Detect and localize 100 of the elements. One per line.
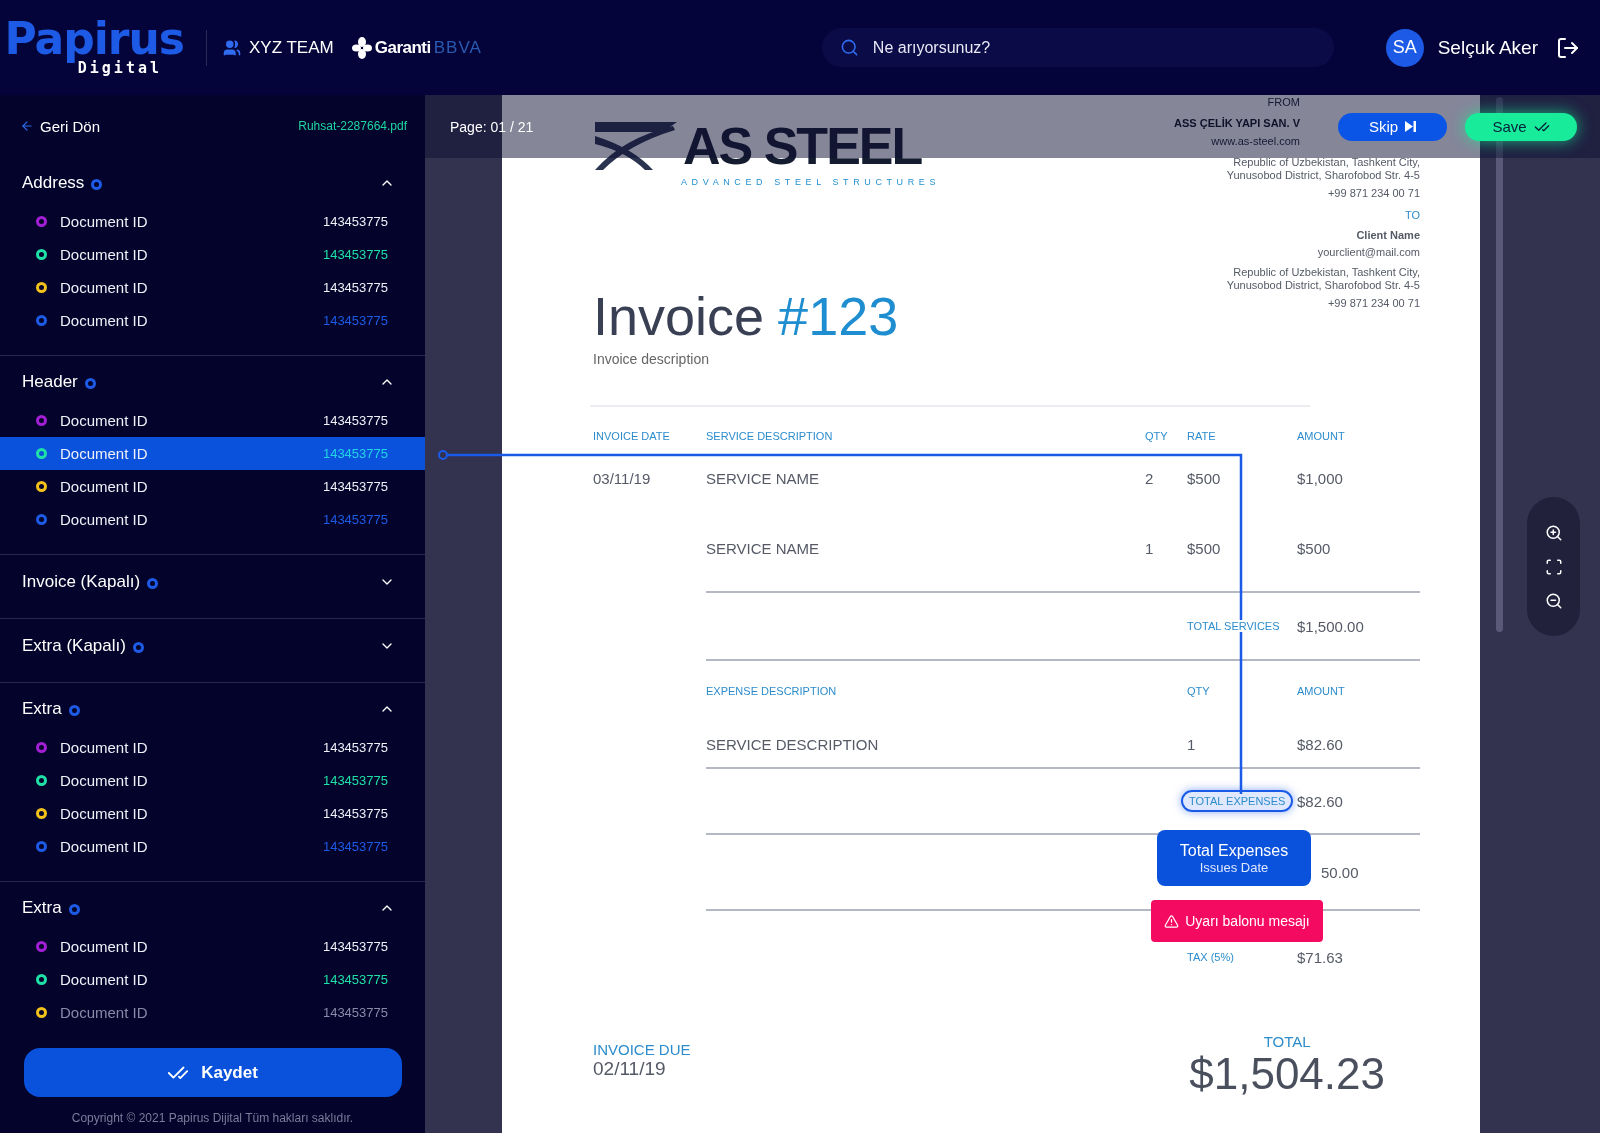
field-value: 143453775 [322,1005,388,1020]
due-label: INVOICE DUE [593,1041,691,1058]
rate-cell-text: $500 [1187,539,1222,557]
search-icon [839,38,859,57]
back-link[interactable]: Geri Dön [20,117,101,135]
field-row[interactable]: Document ID 143453775 [0,503,425,536]
field-row[interactable]: Document ID 143453775 [0,271,425,304]
page-indicator: Page: 01 / 21 [450,118,534,135]
field-value: 143453775 [322,413,388,428]
field-value: 143453775 [322,972,388,987]
qty-cell-text: 1 [1187,735,1197,753]
copyright-text: Copyright © 2021 Papirus Dijital Tüm hakları saklıdır. [71,1111,354,1125]
rate-cell-text: $500 [1187,469,1222,487]
qty-cell-text: 1 [1145,539,1155,557]
field-row[interactable]: Document ID 143453775 [0,963,425,996]
due-date: 02/11/19 [593,1058,667,1080]
status-ring-icon [84,378,96,389]
field-value: 143453775 [322,446,388,461]
field-row[interactable]: Document ID 143453775 [0,930,425,963]
field-value: 143453775 [322,214,388,229]
section-title[interactable]: Extra (Kapalı) [22,635,126,656]
client-email: yourclient@mail.com [1317,246,1420,259]
field-row[interactable]: Document ID 143453775 [0,830,425,863]
field-row[interactable]: Document ID 143453775 [0,404,425,437]
bank-name: Garanti [374,37,431,58]
section-title[interactable]: Header [22,372,78,392]
column-header: AMOUNT [1297,685,1346,697]
from-label: FROM [1267,96,1300,109]
field-label: Document ID [60,478,148,495]
phone-number: +99 871 234 00 71 [1327,187,1420,200]
total-amount: $82.60 [1297,792,1344,810]
amount-cell-text: $1,000 [1297,469,1344,487]
field-label: Document ID [60,445,148,462]
team-icon [223,38,241,57]
description-cell-text: SERVICE NAME [706,539,821,557]
field-label: Document ID [60,246,148,263]
highlighted-field: TOTAL EXPENSES [1181,790,1294,812]
field-label: Document ID [60,412,148,429]
field-row[interactable]: Document ID 143453775 [0,797,425,830]
bank-suffix: BBVA [433,37,482,58]
column-header: EXPENSE DESCRIPTION [706,685,838,697]
field-row[interactable]: Document ID 143453775 [0,764,425,797]
field-label: Document ID [60,971,148,988]
status-ring-icon [147,577,159,589]
tax-amount: $71.63 [1297,947,1344,966]
field-value: 143453775 [322,280,388,295]
section-title[interactable]: Invoice (Kapalı) [22,571,141,592]
section-title[interactable]: Extra [22,699,62,719]
description-cell-text: SERVICE DESCRIPTION [706,735,880,753]
column-header: QTY [1145,430,1169,442]
logout-icon[interactable] [1556,35,1580,60]
team-name: XYZ TEAM [249,37,334,58]
field-label: Document ID [60,739,148,756]
save-button[interactable]: Kaydet [23,1048,402,1097]
user-avatar[interactable]: SA [1385,28,1424,67]
section-title[interactable]: Address [22,173,85,193]
description-cell-text: SERVICE NAME [706,469,821,487]
invoice-description: Invoice description [593,351,710,367]
tooltip-subtitle: Issues Date [1199,859,1269,875]
clover-icon [351,36,372,59]
field-row[interactable]: Document ID 143453775 [0,470,425,503]
column-header: RATE [1187,430,1217,442]
field-value: 143453775 [322,740,388,755]
amount-cell-text: $82.60 [1297,735,1344,753]
field-value: 143453775 [322,479,388,494]
status-ring-icon [68,904,80,915]
zoom-in-icon[interactable] [1544,523,1563,542]
invoice-title: Invoice [593,285,765,347]
field-row[interactable]: Document ID 143453775 [0,205,425,238]
field-row[interactable]: Document ID 143453775 [0,437,425,470]
total-label: TOTAL SERVICES [1187,620,1280,632]
field-row[interactable]: Document ID 143453775 [0,996,425,1029]
field-value: 143453775 [322,806,388,821]
field-value: 143453775 [322,939,388,954]
field-label: Document ID [60,312,148,329]
field-value: 143453775 [322,313,388,328]
column-header: AMOUNT [1297,430,1346,442]
field-label: Document ID [60,279,148,296]
address-line: Republic of Uzbekistan, Tashkent City, [1233,156,1420,169]
fit-screen-icon[interactable] [1544,557,1563,576]
client-name: Client Name [1356,229,1420,242]
field-row[interactable]: Document ID 143453775 [0,304,425,337]
field-value: 143453775 [322,247,388,262]
field-row[interactable]: Document ID 143453775 [0,731,425,764]
save-button[interactable]: Save [1465,112,1577,141]
qty-cell-text: 2 [1145,469,1155,487]
company-legal-name: ASS ÇELİK YAPI SAN. V [1174,117,1300,130]
field-label: Document ID [60,1004,148,1021]
phone-number: +99 871 234 00 71 [1327,297,1420,310]
user-name: Selçuk Aker [1437,36,1538,59]
warning-icon [1164,913,1180,929]
address-line: Yunusobod District, Sharofobod Str. 4-5 [1226,279,1420,292]
field-label: Document ID [60,938,148,955]
zoom-out-icon[interactable] [1544,591,1563,610]
grand-total-amount: $1,504.23 [1189,1050,1385,1098]
company-tagline: ADVANCED STEEL STRUCTURES [681,177,942,187]
section-title[interactable]: Extra [22,898,62,918]
field-row[interactable]: Document ID 143453775 [0,238,425,271]
field-label: Document ID [60,213,148,230]
search-field[interactable]: Ne arıyorsunuz? [821,28,1334,67]
